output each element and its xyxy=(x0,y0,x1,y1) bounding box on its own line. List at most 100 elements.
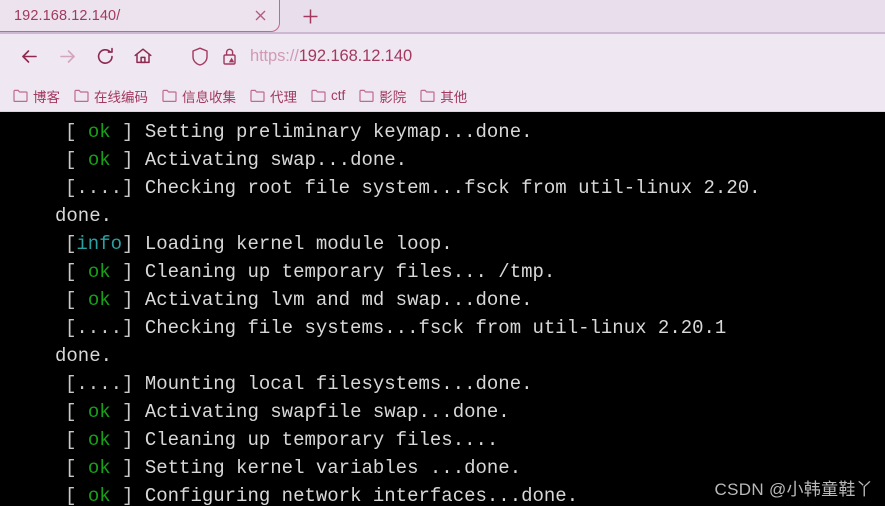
folder-icon xyxy=(359,89,374,102)
status-bracket-open: [ xyxy=(65,401,88,423)
status-bracket-close: ] xyxy=(110,121,145,143)
terminal-output: [ ok ] Setting preliminary keymap...done… xyxy=(0,118,885,506)
folder-icon xyxy=(162,89,177,102)
status-bracket-close: ] xyxy=(110,261,145,283)
bookmark-item[interactable]: 代理 xyxy=(243,83,304,109)
tab-title: 192.168.12.140/ xyxy=(14,7,121,24)
status-bracket-open: [ xyxy=(65,373,77,395)
terminal-line: [ ok ] Activating swap...done. xyxy=(55,146,885,174)
terminal-line-text: Checking root file system...fsck from ut… xyxy=(144,177,761,199)
close-icon[interactable] xyxy=(249,5,271,27)
status-bracket-open: [ xyxy=(65,457,88,479)
watermark: CSDN @小韩童鞋丫 xyxy=(714,480,873,499)
bookmark-item[interactable]: 影院 xyxy=(352,83,413,109)
status-bracket-close: ] xyxy=(110,457,145,479)
terminal-line: [ ok ] Cleaning up temporary files... /t… xyxy=(55,258,885,286)
terminal-line: [ ok ] Setting preliminary keymap...done… xyxy=(55,118,885,146)
bookmark-item[interactable]: 其他 xyxy=(413,83,474,109)
status-bracket-close: ] xyxy=(110,429,145,451)
status-bracket-open: [ xyxy=(65,233,77,255)
status-bracket-open: [ xyxy=(65,177,77,199)
navigation-toolbar: https://192.168.12.140 xyxy=(0,32,885,80)
status-badge: .... xyxy=(76,317,123,339)
status-bracket-open: [ xyxy=(65,261,88,283)
terminal-line-text: Setting kernel variables ...done. xyxy=(144,457,522,479)
browser-tab-active[interactable]: 192.168.12.140/ xyxy=(0,0,280,32)
terminal-line-text: Cleaning up temporary files.... xyxy=(144,429,499,451)
folder-icon xyxy=(74,89,89,102)
terminal-line-text: Configuring network interfaces...done. xyxy=(144,485,579,506)
url-scheme: https:// xyxy=(250,46,299,65)
terminal-line-text: Mounting local filesystems...done. xyxy=(144,373,533,395)
status-badge: .... xyxy=(76,373,123,395)
reload-icon[interactable] xyxy=(86,37,124,75)
bookmark-label: 其他 xyxy=(440,89,468,105)
bookmark-label: 在线编码 xyxy=(94,89,148,105)
bookmark-item[interactable]: 信息收集 xyxy=(155,83,243,109)
new-tab-button[interactable] xyxy=(290,0,330,32)
status-badge: ok xyxy=(87,261,111,283)
terminal-line: [ ok ] Cleaning up temporary files.... xyxy=(55,426,885,454)
status-badge: .... xyxy=(76,177,123,199)
home-icon[interactable] xyxy=(124,37,162,75)
folder-icon xyxy=(13,89,28,102)
bookmark-label: 影院 xyxy=(379,89,407,105)
browser-window: 192.168.12.140/ https://192.168.12.140 博… xyxy=(0,0,885,506)
terminal-line-text: Checking file systems...fsck from util-l… xyxy=(144,317,727,339)
terminal-line: [....] Checking file systems...fsck from… xyxy=(55,314,885,342)
terminal-line-text: Setting preliminary keymap...done. xyxy=(144,121,533,143)
terminal-line: [info] Loading kernel module loop. xyxy=(55,230,885,258)
terminal-line: [ ok ] Activating swapfile swap...done. xyxy=(55,398,885,426)
status-bracket-close: ] xyxy=(110,149,145,171)
terminal-line: [ ok ] Activating lvm and md swap...done… xyxy=(55,286,885,314)
status-bracket-close: ] xyxy=(110,485,145,506)
terminal-line-text: Activating swapfile swap...done. xyxy=(144,401,510,423)
status-bracket-open: [ xyxy=(65,289,88,311)
status-badge: ok xyxy=(87,429,111,451)
lock-warning-icon[interactable] xyxy=(220,46,239,67)
terminal-line-text: Activating lvm and md swap...done. xyxy=(144,289,533,311)
status-bracket-close: ] xyxy=(122,373,145,395)
page-content: [ ok ] Setting preliminary keymap...done… xyxy=(0,112,885,506)
forward-arrow-icon[interactable] xyxy=(48,37,86,75)
folder-icon xyxy=(311,89,326,102)
bookmarks-bar: 博客 在线编码 信息收集 代理 ctf 影院 其他 xyxy=(0,80,885,112)
bookmark-label: ctf xyxy=(331,88,346,103)
folder-icon xyxy=(420,89,435,102)
status-bracket-open: [ xyxy=(65,485,88,506)
shield-icon[interactable] xyxy=(190,46,210,67)
terminal-line: done. xyxy=(55,202,885,230)
terminal-line: done. xyxy=(55,342,885,370)
bookmark-item[interactable]: 博客 xyxy=(6,83,67,109)
folder-icon xyxy=(250,89,265,102)
bookmark-label: 信息收集 xyxy=(182,89,236,105)
terminal-line: [....] Mounting local filesystems...done… xyxy=(55,370,885,398)
terminal-line: [....] Checking root file system...fsck … xyxy=(55,174,885,202)
status-bracket-close: ] xyxy=(122,317,145,339)
bookmark-label: 博客 xyxy=(33,89,60,105)
status-bracket-open: [ xyxy=(65,429,88,451)
bookmark-item[interactable]: ctf xyxy=(304,85,352,106)
url-text: https://192.168.12.140 xyxy=(250,47,412,66)
status-bracket-close: ] xyxy=(122,177,145,199)
status-badge: ok xyxy=(87,289,111,311)
status-bracket-open: [ xyxy=(65,149,88,171)
status-bracket-close: ] xyxy=(110,401,145,423)
status-badge: ok xyxy=(87,149,111,171)
bookmark-item[interactable]: 在线编码 xyxy=(67,83,155,109)
status-badge: ok xyxy=(87,121,111,143)
terminal-line-text: Loading kernel module loop. xyxy=(144,233,453,255)
tab-strip: 192.168.12.140/ xyxy=(0,0,885,34)
bookmark-label: 代理 xyxy=(270,89,297,105)
terminal-line-text: done. xyxy=(55,345,113,367)
status-bracket-close: ] xyxy=(122,233,145,255)
status-bracket-open: [ xyxy=(65,121,88,143)
status-bracket-close: ] xyxy=(110,289,145,311)
back-arrow-icon[interactable] xyxy=(10,37,48,75)
status-badge: ok xyxy=(87,457,111,479)
terminal-line-text: Activating swap...done. xyxy=(144,149,408,171)
terminal-line-text: done. xyxy=(55,205,113,227)
status-badge: ok xyxy=(87,485,111,506)
address-bar[interactable]: https://192.168.12.140 xyxy=(184,39,875,73)
url-host: 192.168.12.140 xyxy=(298,46,413,65)
